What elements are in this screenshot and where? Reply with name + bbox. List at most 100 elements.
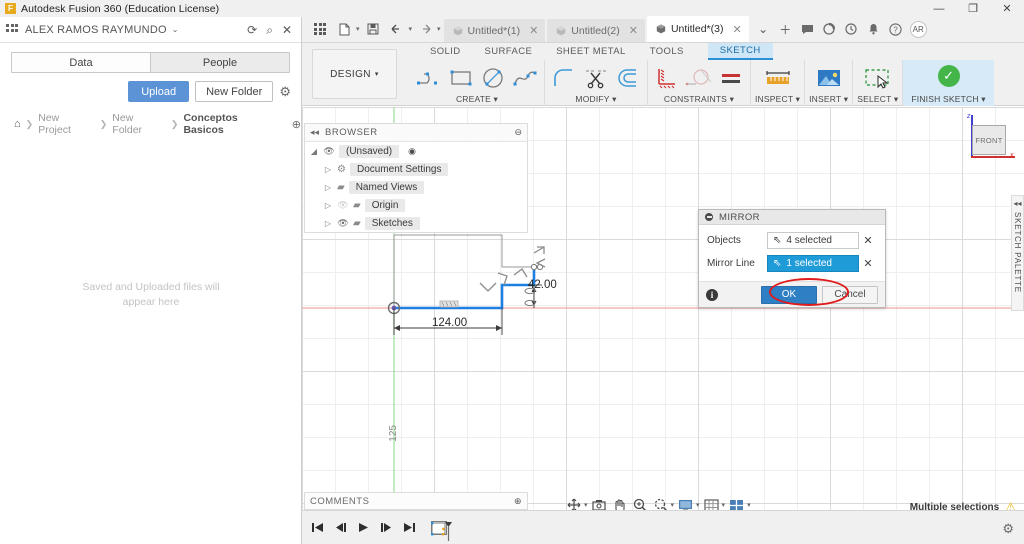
display-settings-caret-icon[interactable]: ▾ <box>696 501 700 509</box>
new-file-caret-icon[interactable]: ▾ <box>356 25 360 33</box>
close-tab-icon[interactable]: ✕ <box>629 24 638 37</box>
maximize-icon[interactable]: ❐ <box>956 0 990 17</box>
app-grid-icon[interactable] <box>309 18 331 40</box>
clear-objects-icon[interactable]: ✕ <box>859 234 877 247</box>
document-tab-1[interactable]: Untitled*(1) ✕ <box>443 19 546 42</box>
spline-icon[interactable] <box>510 64 540 92</box>
timeline-last-button[interactable] <box>400 518 418 538</box>
viewports-caret-icon[interactable]: ▾ <box>747 501 751 509</box>
refresh-status-icon[interactable] <box>819 16 840 42</box>
ok-button[interactable]: OK <box>761 285 817 304</box>
ribbon-tab-solid[interactable]: SOLID <box>418 43 473 60</box>
new-tab-icon[interactable]: ＋ <box>775 16 796 42</box>
ribbon-tab-sheet-metal[interactable]: SHEET METAL <box>544 43 638 60</box>
ribbon-group-label[interactable]: CREATE ▾ <box>456 94 498 105</box>
timeline-play-button[interactable] <box>354 518 372 538</box>
job-status-icon[interactable] <box>841 16 862 42</box>
measure-icon[interactable] <box>763 64 793 92</box>
insert-image-icon[interactable] <box>814 64 844 92</box>
refresh-icon[interactable]: ⟳ <box>247 24 257 36</box>
browser-node-sketches[interactable]: ▷ 👁 ▰ Sketches <box>305 214 527 232</box>
ribbon-tab-tools[interactable]: TOOLS <box>638 43 696 60</box>
equal-icon[interactable] <box>716 64 746 92</box>
gear-icon[interactable]: ⚙ <box>279 84 291 100</box>
ribbon-group-label[interactable]: INSERT ▾ <box>809 94 848 105</box>
close-tab-icon[interactable]: ✕ <box>732 23 741 36</box>
home-icon[interactable]: ⌂ <box>14 118 21 130</box>
minimize-icon[interactable]: — <box>922 0 956 17</box>
breadcrumb-item-current[interactable]: Conceptos Basicos <box>183 112 280 136</box>
browser-node-document-settings[interactable]: ▷ ⚙ Document Settings <box>305 160 527 178</box>
ribbon-group-label[interactable]: SELECT ▾ <box>857 94 898 105</box>
globe-icon[interactable]: ⊕ <box>292 118 301 131</box>
upload-button[interactable]: Upload <box>128 81 190 102</box>
new-folder-button[interactable]: New Folder <box>195 81 274 102</box>
circle-icon[interactable] <box>478 64 508 92</box>
breadcrumb-item-folder[interactable]: New Folder <box>112 112 166 136</box>
view-cube-front-face[interactable]: FRONT <box>972 125 1006 155</box>
mirror-line-select[interactable]: ⇖ 1 selected <box>767 255 859 272</box>
workspace-selector[interactable]: DESIGN ▾ <box>312 49 397 99</box>
visibility-eye-icon[interactable]: 👁 <box>337 218 349 229</box>
ribbon-tab-surface[interactable]: SURFACE <box>473 43 545 60</box>
close-icon[interactable]: ✕ <box>990 0 1024 17</box>
browser-options-icon[interactable]: ⊖ <box>514 127 522 138</box>
select-window-icon[interactable] <box>863 64 893 92</box>
tab-data[interactable]: Data <box>12 53 150 72</box>
gear-icon[interactable]: ⚙ <box>1002 521 1014 537</box>
collapse-icon[interactable]: ◂◂ <box>310 127 319 138</box>
search-icon[interactable]: ⌕ <box>266 24 273 36</box>
clear-mirror-line-icon[interactable]: ✕ <box>859 257 877 270</box>
expand-arrow-icon[interactable]: ▷ <box>323 165 333 174</box>
tab-people[interactable]: People <box>150 53 289 72</box>
offset-icon[interactable] <box>613 64 643 92</box>
visibility-eye-icon[interactable]: 👁 <box>337 200 349 211</box>
close-tab-icon[interactable]: ✕ <box>529 24 538 37</box>
rectangle-icon[interactable] <box>446 64 476 92</box>
tangent-icon[interactable] <box>684 64 714 92</box>
sketch-canvas[interactable]: 124.00 42.00 125 ◂◂ BROWSER ⊖ ◢ 👁 (Unsav… <box>302 107 1024 544</box>
timeline-prev-button[interactable] <box>331 518 349 538</box>
visibility-eye-icon[interactable]: 👁 <box>323 146 335 157</box>
breadcrumb-item-project[interactable]: New Project <box>38 112 95 136</box>
grid-snaps-caret-icon[interactable]: ▾ <box>722 501 726 509</box>
comments-panel[interactable]: COMMENTS ⊕ <box>304 492 528 510</box>
ribbon-tab-sketch[interactable]: SKETCH <box>707 43 773 60</box>
sketch-palette-rail[interactable]: ◂◂ SKETCH PALETTE <box>1011 195 1024 311</box>
fillet-icon[interactable] <box>549 64 579 92</box>
document-tab-2[interactable]: Untitled(2) ✕ <box>547 19 645 42</box>
comment-icon[interactable] <box>797 16 818 42</box>
orbit-caret-icon[interactable]: ▾ <box>584 501 588 509</box>
trim-scissors-icon[interactable] <box>581 64 611 92</box>
activate-target-icon[interactable]: ◉ <box>408 146 416 157</box>
timeline-next-button[interactable] <box>377 518 395 538</box>
chevron-down-icon[interactable]: ⌄ <box>172 25 179 34</box>
minimize-dialog-icon[interactable] <box>705 213 713 221</box>
tab-overflow-icon[interactable]: ⌄ <box>753 16 774 42</box>
expand-arrow-icon[interactable]: ▷ <box>323 183 333 192</box>
redo-caret-icon[interactable]: ▾ <box>437 25 441 33</box>
timeline-first-button[interactable] <box>308 518 326 538</box>
new-file-icon[interactable] <box>333 18 355 40</box>
dimension-horizontal-value[interactable]: 124.00 <box>432 317 467 329</box>
document-tab-3[interactable]: Untitled*(3) ✕ <box>646 16 749 42</box>
close-panel-icon[interactable]: ✕ <box>282 24 292 36</box>
expand-arrow-icon[interactable]: ▷ <box>323 201 333 210</box>
view-cube[interactable]: z x FRONT <box>962 113 1015 167</box>
mirror-dialog[interactable]: MIRROR Objects ⇖ 4 selected ✕ Mirror Lin… <box>698 209 886 308</box>
ribbon-group-label[interactable]: INSPECT ▾ <box>755 94 800 105</box>
save-icon[interactable] <box>362 18 384 40</box>
avatar[interactable]: AR <box>909 20 927 38</box>
undo-icon[interactable] <box>386 18 408 40</box>
notification-bell-icon[interactable] <box>863 16 884 42</box>
expand-arrow-icon[interactable]: ◢ <box>309 147 319 156</box>
line-icon[interactable] <box>414 64 444 92</box>
info-icon[interactable]: i <box>706 288 718 301</box>
fit-caret-icon[interactable]: ▾ <box>671 501 675 509</box>
dimension-vertical-value[interactable]: 42.00 <box>528 279 557 291</box>
finish-sketch-button[interactable]: ✓ FINISH SKETCH ▾ <box>903 60 994 106</box>
browser-node-unsaved[interactable]: ◢ 👁 (Unsaved) ◉ <box>305 142 527 160</box>
ribbon-group-label[interactable]: CONSTRAINTS ▾ <box>664 94 734 105</box>
expand-arrow-icon[interactable]: ▷ <box>323 219 333 228</box>
ribbon-group-label[interactable]: MODIFY ▾ <box>575 94 616 105</box>
